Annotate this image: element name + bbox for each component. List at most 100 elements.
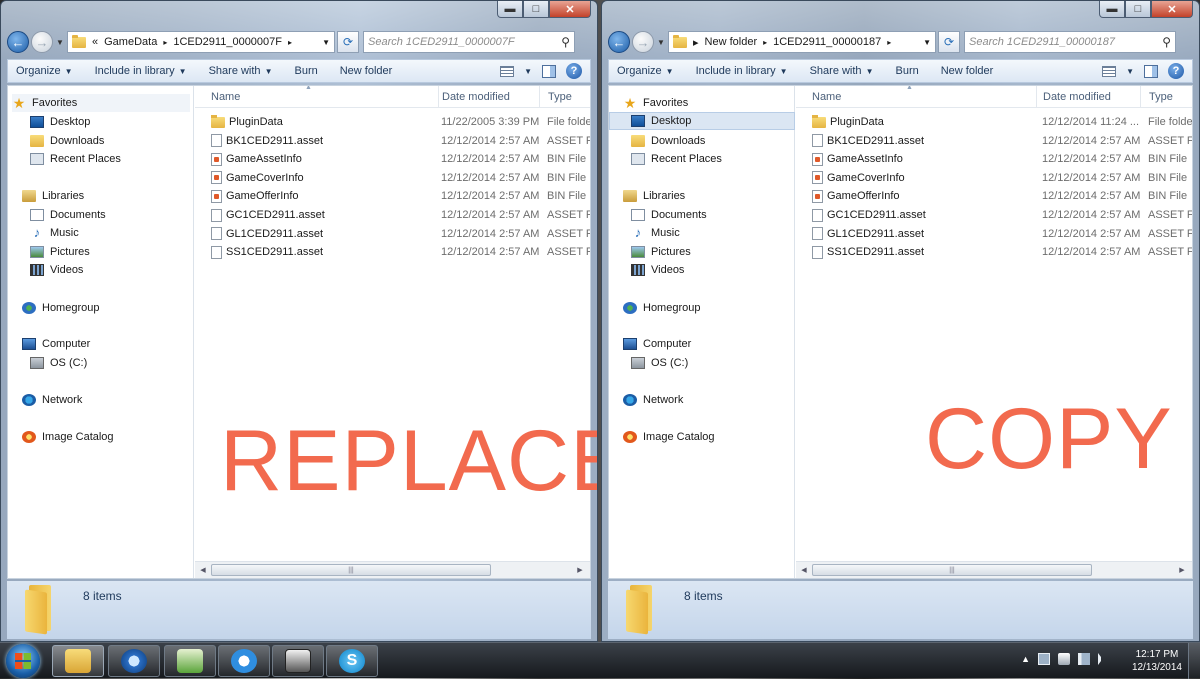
- file-row[interactable]: GameOfferInfo 12/12/2014 2:57 AM BIN File: [796, 187, 1192, 205]
- nav-image-catalog[interactable]: Image Catalog: [22, 428, 114, 446]
- power-icon[interactable]: [1058, 653, 1070, 665]
- file-row[interactable]: GameAssetInfo 12/12/2014 2:57 AM BIN File: [796, 150, 1192, 168]
- network-status-icon[interactable]: [1078, 653, 1090, 665]
- nav-pictures[interactable]: Pictures: [631, 243, 691, 261]
- file-row[interactable]: GameAssetInfo 12/12/2014 2:57 AM BIN File: [195, 150, 590, 168]
- file-row[interactable]: PluginData 11/22/2005 3:39 PM File folder: [195, 113, 590, 131]
- file-row[interactable]: BK1CED2911.asset 12/12/2014 2:57 AM ASSET …: [195, 132, 590, 150]
- scroll-left-icon[interactable]: ◀: [197, 564, 209, 576]
- taskbar-button-monitor[interactable]: [272, 645, 324, 677]
- nav-documents[interactable]: Documents: [30, 206, 106, 224]
- file-row[interactable]: GC1CED2911.asset 12/12/2014 2:57 AM ASSET …: [195, 206, 590, 224]
- include-in-library-menu[interactable]: Include in library ▼: [95, 65, 187, 77]
- file-row[interactable]: GL1CED2911.asset 12/12/2014 2:57 AM ASSET …: [195, 225, 590, 243]
- address-dropdown-icon[interactable]: ▼: [322, 38, 330, 47]
- forward-button[interactable]: →: [31, 31, 53, 53]
- view-options-icon[interactable]: [1102, 65, 1117, 77]
- file-row[interactable]: PluginData 12/12/2014 11:24 ... File folde…: [796, 113, 1192, 131]
- nav-os-drive[interactable]: OS (C:): [30, 354, 87, 372]
- breadcrumb-item[interactable]: New folder: [705, 36, 758, 48]
- scroll-right-icon[interactable]: ▶: [574, 564, 586, 576]
- address-dropdown-icon[interactable]: ▼: [923, 38, 931, 47]
- recent-pages-dropdown[interactable]: ▼: [654, 38, 668, 47]
- nav-music[interactable]: ♪ Music: [30, 224, 79, 242]
- start-button[interactable]: [6, 644, 40, 678]
- forward-button[interactable]: →: [632, 31, 654, 53]
- horizontal-scrollbar[interactable]: ◀ ||| ▶: [796, 561, 1192, 578]
- nav-recent-places[interactable]: Recent Places: [631, 150, 722, 168]
- include-in-library-menu[interactable]: Include in library ▼: [696, 65, 788, 77]
- column-name[interactable]: Name: [804, 86, 1037, 108]
- nav-desktop[interactable]: Desktop: [30, 113, 90, 131]
- nav-homegroup[interactable]: Homegroup: [22, 299, 99, 317]
- nav-libraries[interactable]: Libraries: [22, 187, 84, 205]
- back-button[interactable]: ←: [7, 31, 29, 53]
- nav-videos[interactable]: Videos: [30, 261, 83, 279]
- nav-documents[interactable]: Documents: [631, 206, 707, 224]
- file-row[interactable]: BK1CED2911.asset 12/12/2014 2:57 AM ASSET …: [796, 132, 1192, 150]
- column-type[interactable]: Type: [1141, 86, 1192, 108]
- nav-downloads[interactable]: Downloads: [30, 132, 104, 150]
- nav-videos[interactable]: Videos: [631, 261, 684, 279]
- burn-button[interactable]: Burn: [895, 65, 918, 77]
- nav-network[interactable]: Network: [623, 391, 683, 409]
- column-name[interactable]: Name: [203, 86, 439, 108]
- column-date-modified[interactable]: Date modified: [1035, 86, 1141, 108]
- nav-libraries[interactable]: Libraries: [623, 187, 685, 205]
- file-row[interactable]: GameOfferInfo 12/12/2014 2:57 AM BIN File: [195, 187, 590, 205]
- address-bar[interactable]: ▸ New folder ▸ 1CED2911_00000187 ▸ ▼: [668, 31, 936, 53]
- maximize-button[interactable]: □: [1125, 1, 1151, 18]
- preview-pane-icon[interactable]: [542, 64, 556, 78]
- file-row[interactable]: SS1CED2911.asset 12/12/2014 2:57 AM ASSET …: [796, 243, 1192, 261]
- breadcrumb-item-current[interactable]: 1CED2911_00000187: [773, 36, 881, 48]
- nav-desktop[interactable]: Desktop: [609, 112, 795, 130]
- maximize-button[interactable]: □: [523, 1, 549, 18]
- file-row[interactable]: GameCoverInfo 12/12/2014 2:57 AM BIN File: [195, 169, 590, 187]
- new-folder-button[interactable]: New folder: [941, 65, 994, 77]
- taskbar-button-skype[interactable]: S: [326, 645, 378, 677]
- scroll-left-icon[interactable]: ◀: [798, 564, 810, 576]
- breadcrumb-item-current[interactable]: 1CED2911_0000007F: [173, 36, 282, 48]
- nav-favorites[interactable]: ★ Favorites: [623, 94, 689, 112]
- back-button[interactable]: ←: [608, 31, 630, 53]
- clock[interactable]: 12:17 PM 12/13/2014: [1132, 648, 1182, 674]
- recent-pages-dropdown[interactable]: ▼: [53, 38, 67, 47]
- show-desktop-button[interactable]: [1188, 643, 1200, 679]
- share-with-menu[interactable]: Share with ▼: [209, 65, 273, 77]
- nav-homegroup[interactable]: Homegroup: [623, 299, 700, 317]
- minimize-button[interactable]: ▬: [1099, 1, 1125, 18]
- help-icon[interactable]: ?: [1168, 63, 1184, 79]
- action-center-icon[interactable]: [1038, 653, 1050, 665]
- organize-menu[interactable]: Organize ▼: [16, 65, 73, 77]
- horizontal-scrollbar[interactable]: ◀ ||| ▶: [195, 561, 590, 578]
- share-with-menu[interactable]: Share with ▼: [810, 65, 874, 77]
- column-type[interactable]: Type: [540, 86, 590, 108]
- breadcrumb-overflow[interactable]: «: [92, 36, 98, 48]
- nav-os-drive[interactable]: OS (C:): [631, 354, 688, 372]
- volume-icon[interactable]: [1098, 653, 1110, 665]
- view-options-icon[interactable]: [500, 65, 515, 77]
- breadcrumb-item[interactable]: GameData: [104, 36, 157, 48]
- taskbar-button-ftp[interactable]: [164, 645, 216, 677]
- search-input[interactable]: Search 1CED2911_0000007F ⚲: [363, 31, 575, 53]
- taskbar-button-itunes[interactable]: [108, 645, 160, 677]
- burn-button[interactable]: Burn: [294, 65, 317, 77]
- nav-computer[interactable]: Computer: [623, 335, 691, 353]
- scrollbar-thumb[interactable]: |||: [812, 564, 1092, 576]
- scroll-right-icon[interactable]: ▶: [1176, 564, 1188, 576]
- refresh-button[interactable]: ⟳: [938, 31, 960, 53]
- show-hidden-icons-icon[interactable]: ▲: [1021, 654, 1030, 664]
- file-row[interactable]: SS1CED2911.asset 12/12/2014 2:57 AM ASSET …: [195, 243, 590, 261]
- breadcrumb-overflow[interactable]: ▸: [693, 36, 699, 49]
- file-row[interactable]: GameCoverInfo 12/12/2014 2:57 AM BIN File: [796, 169, 1192, 187]
- minimize-button[interactable]: ▬: [497, 1, 523, 18]
- close-button[interactable]: ✕: [549, 1, 591, 18]
- nav-music[interactable]: ♪ Music: [631, 224, 680, 242]
- nav-favorites[interactable]: ★ Favorites: [12, 94, 190, 112]
- nav-network[interactable]: Network: [22, 391, 82, 409]
- nav-downloads[interactable]: Downloads: [631, 132, 705, 150]
- nav-computer[interactable]: Computer: [22, 335, 90, 353]
- file-row[interactable]: GC1CED2911.asset 12/12/2014 2:57 AM ASSET …: [796, 206, 1192, 224]
- view-dropdown-icon[interactable]: ▼: [524, 67, 532, 76]
- close-button[interactable]: ✕: [1151, 1, 1193, 18]
